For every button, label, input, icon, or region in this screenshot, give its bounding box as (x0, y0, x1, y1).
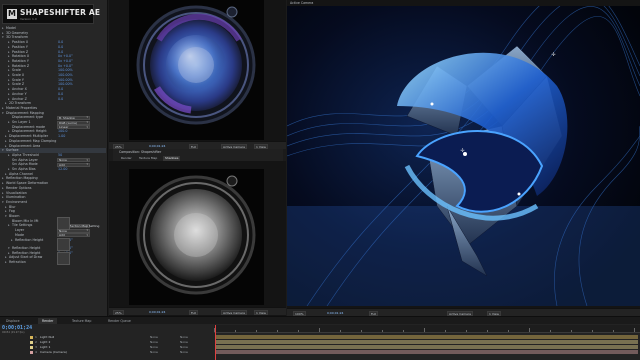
tab-render-queue[interactable]: Render Queue (104, 318, 135, 324)
layer-row[interactable]: 2 Light 2 None None (0, 340, 214, 345)
reflection-height-swatch-3[interactable] (57, 252, 70, 265)
ruler-tick (256, 330, 257, 332)
layer-color-label[interactable] (30, 341, 33, 344)
camera-dropdown[interactable]: Active Camera (221, 309, 248, 315)
composition-title: Composition: Shapeshifter (119, 150, 162, 154)
render-viewer-toolbar: 25% 0;00;01;24 Full Active Camera 1 View (109, 141, 286, 149)
ruler-tick (634, 328, 635, 332)
lens-grayscale-image (136, 175, 256, 295)
layer-row[interactable]: 1 Light Null None None (0, 335, 214, 340)
current-time-indicator[interactable] (215, 325, 216, 360)
layer-number: 2 (35, 340, 37, 344)
ruler-tick (487, 330, 488, 332)
layer-row[interactable]: 4 Camera (Camera) None None (0, 350, 214, 355)
shapeshifter-logo: M SHAPESHIFTER AE Version 1.0 (2, 4, 100, 24)
ruler-tick (277, 330, 278, 332)
effect-row[interactable]: ▸Reflection Height0x +0.0° (0, 238, 106, 243)
main-canvas[interactable]: ✢ ✢ (287, 6, 640, 306)
tab-displace[interactable]: Displace (2, 318, 24, 324)
effect-row-label: Reflection Height (15, 237, 44, 242)
ruler-tick (508, 330, 509, 332)
effect-row[interactable]: ▸Refraction0 (0, 260, 106, 265)
effect-controls-panel: M SHAPESHIFTER AE Version 1.0 ▸ Model ▸ 3D … (0, 0, 108, 316)
layer-parent[interactable]: None (180, 350, 188, 355)
layer-track-matte[interactable]: None (150, 345, 158, 350)
main-composition-viewer: Active Camera ✢ ✢ 100% 0;00;01;24 Full A… (287, 0, 640, 316)
layer-color-label[interactable] (30, 336, 33, 339)
render-canvas[interactable] (129, 0, 264, 140)
time-ruler[interactable] (214, 325, 640, 333)
ruler-tick (571, 330, 572, 332)
resolution-dropdown[interactable]: Full (369, 310, 379, 316)
anchor-point-icon[interactable]: ✢ (460, 149, 465, 154)
ruler-tick (340, 330, 341, 332)
ruler-tick (592, 330, 593, 332)
view-layout-dropdown[interactable]: 1 View (254, 309, 268, 315)
layer-parent[interactable]: None (180, 345, 188, 350)
tab-texture-map-timeline[interactable]: Texture Map (68, 318, 95, 324)
camera-dropdown[interactable]: Active Camera (221, 143, 248, 149)
camera-dropdown[interactable]: Active Camera (447, 310, 474, 316)
ruler-tick (424, 328, 425, 332)
effect-row-label: Refraction (9, 260, 26, 265)
frame-rate-readout: 00054 (29.97 fps) (2, 331, 25, 334)
zoom-dropdown[interactable]: 100% (293, 310, 306, 316)
viewer-camera-label: Active Camera (290, 1, 314, 5)
ruler-tick (529, 328, 530, 332)
ruler-tick (382, 330, 383, 332)
layer-name[interactable]: Light Null (40, 335, 54, 340)
current-time[interactable]: 0;00;01;24 (149, 308, 165, 316)
layer-name[interactable]: Light 2 (40, 340, 50, 345)
reflection-height-swatch-2[interactable] (57, 238, 70, 251)
layer-duration-bar[interactable] (216, 340, 638, 345)
zoom-dropdown[interactable]: 25% (113, 309, 124, 315)
layer-track-matte[interactable]: None (150, 340, 158, 345)
reflection-height-swatch[interactable] (57, 217, 70, 230)
logo-mark-icon: M (7, 9, 17, 19)
render-viewer: 25% 0;00;01;24 Full Active Camera 1 View (109, 0, 286, 149)
ruler-tick (361, 330, 362, 332)
view-layout-dropdown[interactable]: 1 View (487, 310, 501, 316)
resolution-dropdown[interactable]: Full (189, 143, 199, 149)
abstract-3d-render-image (287, 6, 640, 306)
ruler-tick (445, 330, 446, 332)
layer-name[interactable]: Camera (Camera) (40, 350, 67, 355)
ruler-tick (550, 330, 551, 332)
layer-row[interactable]: 3 Light 1 None None (0, 345, 214, 350)
logo-version: Version 1.0 (20, 17, 37, 21)
layer-color-label[interactable] (30, 346, 33, 349)
ruler-tick (403, 330, 404, 332)
layer-track-matte[interactable]: None (150, 335, 158, 340)
zoom-dropdown[interactable]: 25% (113, 143, 124, 149)
shadows-viewer-toolbar: 25% 0;00;01;24 Full Active Camera 1 View (109, 307, 286, 315)
layer-duration-bar[interactable] (216, 335, 638, 340)
layer-track-matte[interactable]: None (150, 350, 158, 355)
tab-render-timeline[interactable]: Render (38, 318, 58, 324)
layer-number: 3 (35, 345, 37, 349)
ruler-tick (319, 328, 320, 332)
layer-number: 1 (35, 335, 37, 339)
main-viewer-toolbar: 100% 0;00;01;24 Full Active Camera 1 Vie… (287, 308, 640, 316)
layer-duration-bar[interactable] (216, 345, 638, 350)
ruler-tick (235, 330, 236, 332)
shadows-canvas[interactable] (129, 169, 264, 305)
ruler-tick (466, 330, 467, 332)
layer-color-label[interactable] (30, 351, 33, 354)
light-position-icon[interactable]: ✢ (551, 53, 556, 58)
ruler-tick (613, 330, 614, 332)
timeline-tabs: Displace Render Texture Map Render Queue (0, 317, 640, 324)
view-layout-dropdown[interactable]: 1 View (254, 143, 268, 149)
layer-parent[interactable]: None (180, 340, 188, 345)
resolution-dropdown[interactable]: Full (189, 309, 199, 315)
layer-name[interactable]: Light 1 (40, 345, 50, 350)
lens-render-image (136, 5, 256, 125)
composition-panel-header: Composition: Shapeshifter Render Texture… (113, 149, 283, 161)
ruler-tick (298, 330, 299, 332)
layer-duration-bar[interactable] (216, 350, 638, 355)
layer-number: 4 (35, 350, 37, 354)
layer-parent[interactable]: None (180, 335, 188, 340)
shadows-viewer: 25% 0;00;01;24 Full Active Camera 1 View (109, 161, 286, 316)
timeline-panel: Displace Render Texture Map Render Queue… (0, 316, 640, 360)
logo-name: SHAPESHIFTER AE (20, 8, 101, 17)
